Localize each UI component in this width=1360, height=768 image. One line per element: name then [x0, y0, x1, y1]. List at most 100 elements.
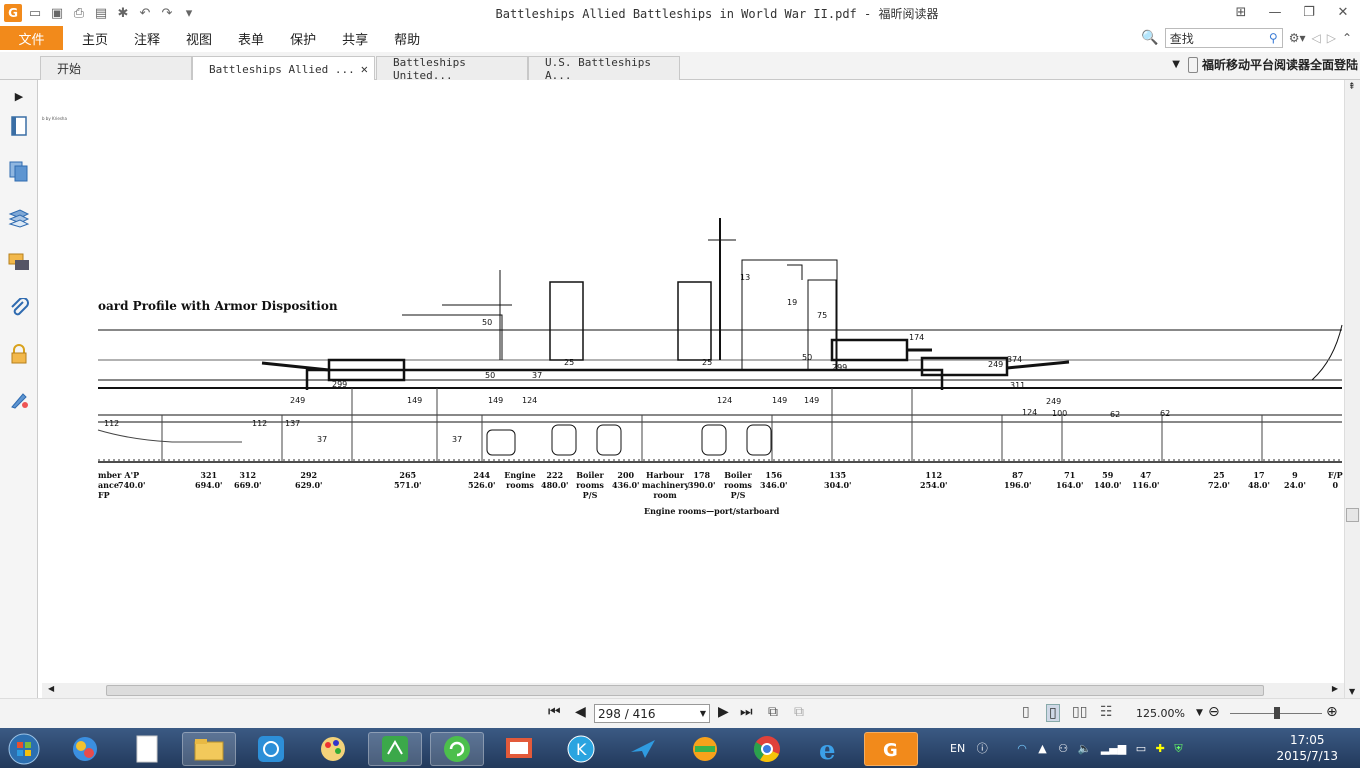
frame-label: 9 24.0' [1284, 470, 1306, 490]
menu-file[interactable]: 文件 [0, 26, 63, 50]
signature-icon[interactable] [7, 388, 31, 412]
prev-result-icon[interactable]: ◁ [1311, 31, 1320, 45]
expand-panel-icon[interactable]: ▶ [7, 84, 31, 108]
save-icon[interactable]: ▣ [48, 4, 66, 22]
start-button[interactable] [2, 732, 46, 766]
volume-icon[interactable]: 🔈 [1078, 742, 1092, 755]
menu-bar: 文件 主页 注释 视图 表单 保护 共享 帮助 🔍 查找 ⚲ ⚙▾ ◁ ▷ ⌃ [0, 26, 1360, 50]
new-icon[interactable]: ✱ [114, 4, 132, 22]
previous-page-icon[interactable]: ◀ [575, 704, 586, 720]
armor-label: 124 [1022, 408, 1037, 417]
document-view[interactable]: b by Kriesha oard Profile with Armor Dis… [42, 80, 1344, 683]
scroll-up-icon[interactable]: ⇞ [1348, 82, 1356, 92]
bird-app-icon[interactable] [616, 732, 670, 766]
menu-protect[interactable]: 保护 [277, 29, 329, 48]
vertical-scroll-thumb[interactable] [1346, 508, 1359, 522]
refresh-app-icon[interactable] [430, 732, 484, 766]
next-page-icon[interactable]: ▶ [718, 704, 729, 720]
redo-icon[interactable]: ↷ [158, 4, 176, 22]
tab-us-battleships[interactable]: U.S. Battleships A... [528, 56, 680, 82]
collapse-ribbon-icon[interactable]: ⌃ [1342, 31, 1352, 45]
shield-icon[interactable]: ⛨ [1174, 742, 1182, 755]
customize-dropdown-icon[interactable]: ▾ [180, 4, 198, 22]
search-input[interactable]: 查找 ⚲ [1164, 28, 1283, 48]
file-explorer-icon[interactable] [182, 732, 236, 766]
print-icon[interactable]: ⎙ [70, 4, 88, 22]
open-folder-icon[interactable]: ▭ [26, 4, 44, 22]
frame-label: A'P 740.0' [118, 470, 146, 490]
previous-view-icon[interactable]: ⧉ [768, 704, 778, 720]
menu-form[interactable]: 表单 [225, 29, 277, 48]
signal-icon[interactable]: ▂▄▆ [1101, 742, 1126, 755]
presentation-icon[interactable] [492, 732, 546, 766]
search-icon[interactable]: ⚲ [1269, 31, 1278, 45]
help-icon[interactable]: ⓘ [977, 742, 988, 755]
settings-gear-icon[interactable]: ⚙▾ [1289, 31, 1306, 45]
layers-icon[interactable] [7, 206, 31, 230]
horizontal-scrollbar[interactable]: ◀ ▶ [42, 683, 1344, 698]
zoom-level[interactable]: 125.00% [1136, 707, 1185, 720]
close-tab-icon[interactable]: ✕ [361, 62, 368, 76]
foxit-reader-icon[interactable]: G [864, 732, 918, 766]
page-number-input[interactable]: 298 / 416 ▼ [594, 704, 710, 723]
last-page-icon[interactable]: ⏭ [740, 704, 753, 720]
next-result-icon[interactable]: ▷ [1327, 31, 1336, 45]
system-clock[interactable]: 17:05 2015/7/13 [1276, 732, 1338, 764]
continuous-facing-icon[interactable]: ☷ [1100, 704, 1113, 720]
tab-battleships-united[interactable]: Battleships United... [376, 56, 528, 82]
bookmark-icon[interactable] [7, 114, 31, 138]
document-icon[interactable] [120, 732, 174, 766]
cloud-sync-icon[interactable] [244, 732, 298, 766]
next-view-icon[interactable]: ⧉ [794, 704, 804, 720]
frame-label: 178 390.0' [688, 470, 716, 490]
minimize-button[interactable]: — [1258, 0, 1292, 24]
find-folder-icon[interactable]: 🔍 [1141, 30, 1158, 46]
facing-page-icon[interactable]: ▯▯ [1072, 704, 1087, 720]
paint-palette-icon[interactable] [306, 732, 360, 766]
undo-icon[interactable]: ↶ [136, 4, 154, 22]
zoom-dropdown-icon[interactable]: ▼ [1196, 708, 1203, 718]
menu-home[interactable]: 主页 [69, 29, 121, 48]
dropdown-icon[interactable]: ▼ [1172, 59, 1180, 70]
menu-view[interactable]: 视图 [173, 29, 225, 48]
close-button[interactable]: ✕ [1326, 0, 1360, 24]
page-dropdown-icon[interactable]: ▼ [700, 709, 706, 718]
menu-comment[interactable]: 注释 [121, 29, 173, 48]
input-language[interactable]: EN [950, 742, 965, 755]
first-page-icon[interactable]: ⏮ [548, 704, 561, 720]
tab-start[interactable]: 开始 [40, 56, 192, 80]
promo-banner[interactable]: ▼ 福昕移动平台阅读器全面登陆 [1172, 56, 1358, 73]
single-page-icon[interactable]: ▯ [1022, 704, 1030, 720]
add-icon[interactable]: ✚ [1156, 742, 1165, 755]
menu-help[interactable]: 帮助 [381, 29, 433, 48]
colorful-app-icon[interactable] [678, 732, 732, 766]
comments-icon[interactable] [7, 250, 31, 274]
scroll-left-icon[interactable]: ◀ [48, 684, 54, 693]
chrome-icon[interactable] [740, 732, 794, 766]
qq-browser-icon[interactable] [58, 732, 112, 766]
battery-icon[interactable]: ▭ [1136, 742, 1146, 755]
wifi-icon[interactable]: ◠ [1017, 742, 1027, 755]
menu-share[interactable]: 共享 [329, 29, 381, 48]
zoom-in-icon[interactable]: ⊕ [1326, 704, 1338, 720]
pages-icon[interactable] [7, 160, 31, 184]
restore-button[interactable]: ❐ [1292, 0, 1326, 24]
network-icon[interactable]: ⚇ [1058, 742, 1068, 755]
tab-battleships-allied[interactable]: Battleships Allied ... ✕ [192, 56, 375, 81]
vertical-scrollbar[interactable]: ⇞ ▼ [1344, 80, 1360, 698]
layout-icon[interactable]: ⊞ [1224, 0, 1258, 24]
internet-explorer-icon[interactable]: e [802, 732, 856, 766]
zoom-slider-knob[interactable] [1274, 707, 1280, 719]
k-app-icon[interactable]: K [554, 732, 608, 766]
horizontal-scroll-thumb[interactable] [106, 685, 1264, 696]
foxit-logo-icon[interactable]: G [4, 4, 22, 22]
zoom-out-icon[interactable]: ⊖ [1208, 704, 1220, 720]
attachments-icon[interactable] [7, 296, 31, 320]
scroll-down-icon[interactable]: ▼ [1349, 687, 1355, 696]
scroll-right-icon[interactable]: ▶ [1332, 684, 1338, 693]
properties-icon[interactable]: ▤ [92, 4, 110, 22]
security-lock-icon[interactable] [7, 342, 31, 366]
show-hidden-icons[interactable]: ▲ [1038, 742, 1046, 755]
green-app-icon[interactable] [368, 732, 422, 766]
continuous-page-icon[interactable]: ▯ [1046, 704, 1060, 722]
